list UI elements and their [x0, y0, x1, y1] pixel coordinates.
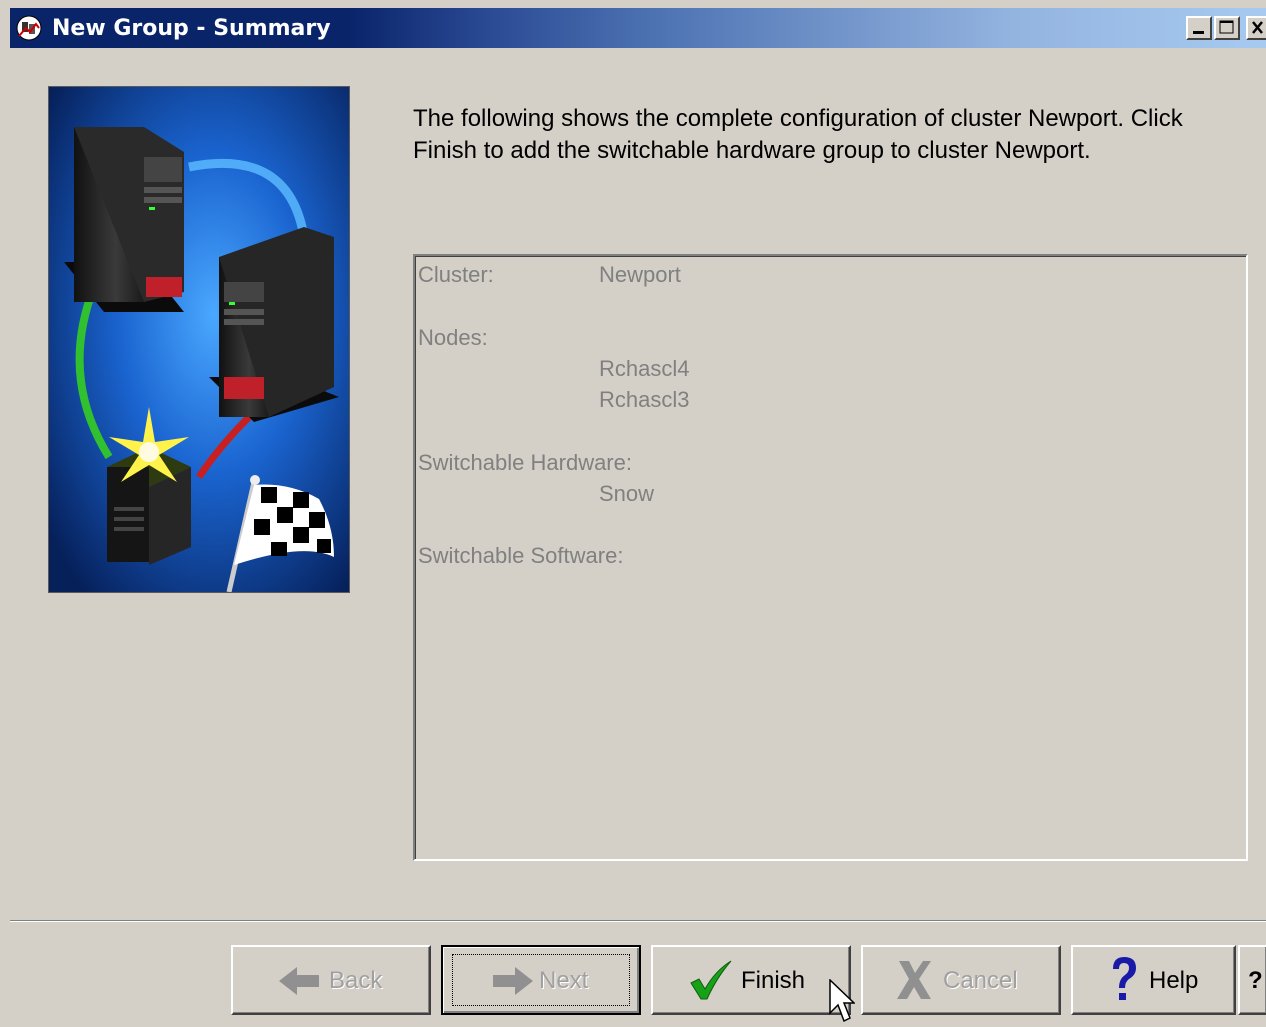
- mouse-cursor-icon: [829, 979, 855, 1023]
- hardware-item: Snow: [599, 481, 655, 506]
- maximize-icon: [1219, 20, 1234, 34]
- window-title: New Group - Summary: [52, 16, 331, 41]
- wizard-illustration: [48, 86, 350, 593]
- node-item: Rchascl4: [599, 356, 690, 381]
- finish-label: Finish: [741, 967, 806, 994]
- help-label: Help: [1149, 967, 1199, 994]
- wizard-window: New Group - Summary The following shows …: [0, 0, 1266, 1027]
- node-item: Rchascl3: [599, 387, 690, 412]
- close-icon: [1252, 21, 1263, 34]
- checkmark-icon: [690, 960, 732, 1000]
- x-icon: [897, 961, 931, 999]
- finish-button[interactable]: Finish: [651, 945, 851, 1015]
- hardware-label: Switchable Hardware:: [418, 450, 632, 475]
- next-button[interactable]: Next: [441, 945, 641, 1015]
- summary-panel: Cluster: Newport Nodes: Rchascl4 Rchascl…: [413, 254, 1248, 861]
- whats-this-button[interactable]: ?: [1238, 945, 1266, 1015]
- minimize-icon: [1193, 31, 1204, 34]
- intro-text: The following shows the complete configu…: [413, 105, 1183, 164]
- cancel-button[interactable]: Cancel: [861, 945, 1061, 1015]
- maximize-button[interactable]: [1214, 16, 1240, 40]
- minimize-button[interactable]: [1186, 16, 1212, 40]
- cluster-value: Newport: [599, 262, 681, 287]
- wizard-app-icon: [16, 15, 42, 41]
- arrow-left-icon: [279, 967, 319, 995]
- close-button[interactable]: [1246, 16, 1266, 40]
- software-label: Switchable Software:: [418, 543, 624, 568]
- button-separator: [10, 920, 1266, 922]
- arrow-right-icon: [493, 967, 533, 995]
- back-label: Back: [329, 967, 383, 994]
- cancel-label: Cancel: [943, 967, 1018, 994]
- help-button[interactable]: Help: [1071, 945, 1236, 1015]
- next-label: Next: [539, 967, 589, 994]
- question-mark-icon: [1113, 957, 1136, 1000]
- whats-this-label: ?: [1248, 967, 1263, 994]
- title-bar[interactable]: New Group - Summary: [10, 8, 1266, 48]
- back-button[interactable]: Back: [231, 945, 431, 1015]
- nodes-label: Nodes:: [418, 325, 488, 350]
- cluster-label: Cluster:: [418, 262, 494, 287]
